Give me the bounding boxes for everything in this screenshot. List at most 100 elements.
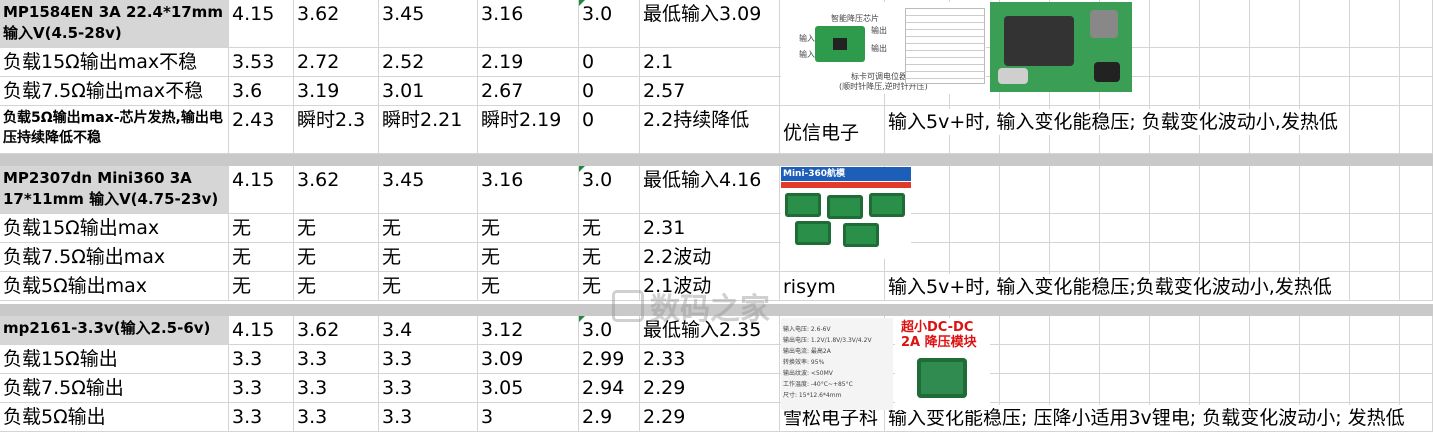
value-cell[interactable]: 2.19 — [478, 48, 579, 77]
value-cell[interactable]: 2.94 — [579, 374, 640, 403]
spec-line: 尺寸: 15*12.6*4mm — [783, 392, 842, 399]
cell-value: 3.3 — [382, 348, 413, 370]
value-cell[interactable]: 0 — [579, 106, 640, 154]
value-cell[interactable]: 3.12 — [478, 316, 579, 345]
value-cell[interactable]: 2.57 — [640, 77, 780, 106]
value-cell[interactable]: 3.3 — [294, 345, 379, 374]
row-label-cell[interactable]: mp2161-3.3v(输入2.5-6v) — [0, 316, 229, 345]
value-cell[interactable]: 2.33 — [640, 345, 780, 374]
value-cell[interactable]: 4.15 — [229, 166, 294, 214]
value-cell[interactable]: 2.99 — [579, 345, 640, 374]
empty-cell — [1350, 214, 1400, 243]
row-label-cell[interactable]: 负载7.5Ω输出max不稳 — [0, 77, 229, 106]
empty-cell — [1250, 214, 1300, 243]
value-cell[interactable]: 3.0 — [579, 166, 640, 214]
row-label: 负载15Ω输出max不稳 — [3, 51, 198, 73]
value-cell[interactable]: 3.05 — [478, 374, 579, 403]
value-cell[interactable]: 2.67 — [478, 77, 579, 106]
value-cell[interactable]: 3.62 — [294, 0, 379, 48]
value-cell[interactable]: 无 — [379, 214, 478, 243]
value-cell[interactable]: 无 — [478, 243, 579, 272]
module-graphic — [785, 193, 821, 217]
value-cell[interactable]: 2.43 — [229, 106, 294, 154]
value-cell[interactable]: 0 — [579, 48, 640, 77]
value-cell[interactable]: 3.3 — [229, 374, 294, 403]
row-label-cell[interactable]: MP1584EN 3A 22.4*17mm 输入V(4.5-28v) — [0, 0, 229, 48]
value-cell[interactable]: 无 — [229, 214, 294, 243]
value-cell[interactable]: 3.3 — [379, 403, 478, 432]
cell-value: 无 — [481, 217, 501, 239]
value-cell[interactable]: 3.3 — [229, 345, 294, 374]
value-cell[interactable]: 3.3 — [294, 403, 379, 432]
value-cell[interactable]: 4.15 — [229, 0, 294, 48]
row-label-cell[interactable]: MP2307dn Mini360 3A 17*11mm 输入V(4.75-23v… — [0, 166, 229, 214]
empty-cell — [1150, 345, 1200, 374]
row-label-cell[interactable]: 负载15Ω输出 — [0, 345, 229, 374]
value-cell[interactable]: 无 — [579, 214, 640, 243]
empty-cell — [1200, 316, 1250, 345]
value-cell[interactable]: 3.16 — [478, 0, 579, 48]
value-cell[interactable]: 无 — [294, 272, 379, 301]
row-label-cell[interactable]: 负载5Ω输出max — [0, 272, 229, 301]
value-cell[interactable]: 无 — [478, 214, 579, 243]
value-cell[interactable]: 最低输入4.16 — [640, 166, 780, 214]
empty-cell — [950, 214, 1000, 243]
value-cell[interactable]: 瞬时2.19 — [478, 106, 579, 154]
value-cell[interactable]: 2.1波动 — [640, 272, 780, 301]
value-cell[interactable]: 3.45 — [379, 0, 478, 48]
value-cell[interactable]: 3.3 — [294, 374, 379, 403]
value-cell[interactable]: 3.53 — [229, 48, 294, 77]
value-cell[interactable]: 3.16 — [478, 166, 579, 214]
row-label-cell[interactable]: 负载5Ω输出 — [0, 403, 229, 432]
value-cell[interactable]: 3.3 — [379, 374, 478, 403]
value-cell[interactable]: 2.2持续降低 — [640, 106, 780, 154]
cell-value: 最低输入4.16 — [643, 169, 762, 191]
value-cell[interactable]: 3.3 — [229, 403, 294, 432]
value-cell[interactable]: 无 — [478, 272, 579, 301]
value-cell[interactable]: 无 — [379, 272, 478, 301]
cell-value: 2.9 — [582, 406, 613, 428]
row-label-cell[interactable]: 负载15Ω输出max不稳 — [0, 48, 229, 77]
value-cell[interactable]: 2.29 — [640, 374, 780, 403]
value-cell[interactable]: 3.6 — [229, 77, 294, 106]
row-label-cell[interactable]: 负载5Ω输出max-芯片发热,输出电压持续降低不稳 — [0, 106, 229, 154]
value-cell[interactable]: 3.62 — [294, 316, 379, 345]
value-cell[interactable]: 无 — [579, 272, 640, 301]
value-cell[interactable]: 无 — [294, 214, 379, 243]
table-row: 负载7.5Ω输出max 无 无 无 无 无 2.2波动 — [0, 243, 1433, 272]
value-cell[interactable]: 最低输入2.35 — [640, 316, 780, 345]
value-cell[interactable]: 无 — [579, 243, 640, 272]
value-cell[interactable]: 2.72 — [294, 48, 379, 77]
value-cell[interactable]: 3.09 — [478, 345, 579, 374]
value-cell[interactable]: 2.1 — [640, 48, 780, 77]
value-cell[interactable]: 3.62 — [294, 166, 379, 214]
value-cell[interactable]: 3.0 — [579, 316, 640, 345]
value-cell[interactable]: 2.29 — [640, 403, 780, 432]
value-cell[interactable]: 无 — [294, 243, 379, 272]
value-cell[interactable]: 瞬时2.3 — [294, 106, 379, 154]
value-cell[interactable]: 3.0 — [579, 0, 640, 48]
value-cell[interactable]: 无 — [229, 272, 294, 301]
value-cell[interactable]: 3.3 — [379, 345, 478, 374]
row-label-cell[interactable]: 负载7.5Ω输出 — [0, 374, 229, 403]
value-cell[interactable]: 2.2波动 — [640, 243, 780, 272]
value-cell[interactable]: 3.01 — [379, 77, 478, 106]
value-cell[interactable]: 无 — [379, 243, 478, 272]
value-cell[interactable]: 3.4 — [379, 316, 478, 345]
value-cell[interactable]: 2.52 — [379, 48, 478, 77]
value-cell[interactable]: 2.9 — [579, 403, 640, 432]
value-cell[interactable]: 3.45 — [379, 166, 478, 214]
empty-cell — [1250, 345, 1300, 374]
value-cell[interactable]: 2.31 — [640, 214, 780, 243]
empty-cell — [1400, 106, 1433, 154]
value-cell[interactable]: 无 — [229, 243, 294, 272]
row-label-cell[interactable]: 负载7.5Ω输出max — [0, 243, 229, 272]
value-cell[interactable]: 瞬时2.21 — [379, 106, 478, 154]
value-cell[interactable]: 0 — [579, 77, 640, 106]
row-label-cell[interactable]: 负载15Ω输出max — [0, 214, 229, 243]
value-cell[interactable]: 3 — [478, 403, 579, 432]
empty-cell — [1350, 345, 1400, 374]
value-cell[interactable]: 3.19 — [294, 77, 379, 106]
value-cell[interactable]: 4.15 — [229, 316, 294, 345]
value-cell[interactable]: 最低输入3.09 — [640, 0, 780, 48]
